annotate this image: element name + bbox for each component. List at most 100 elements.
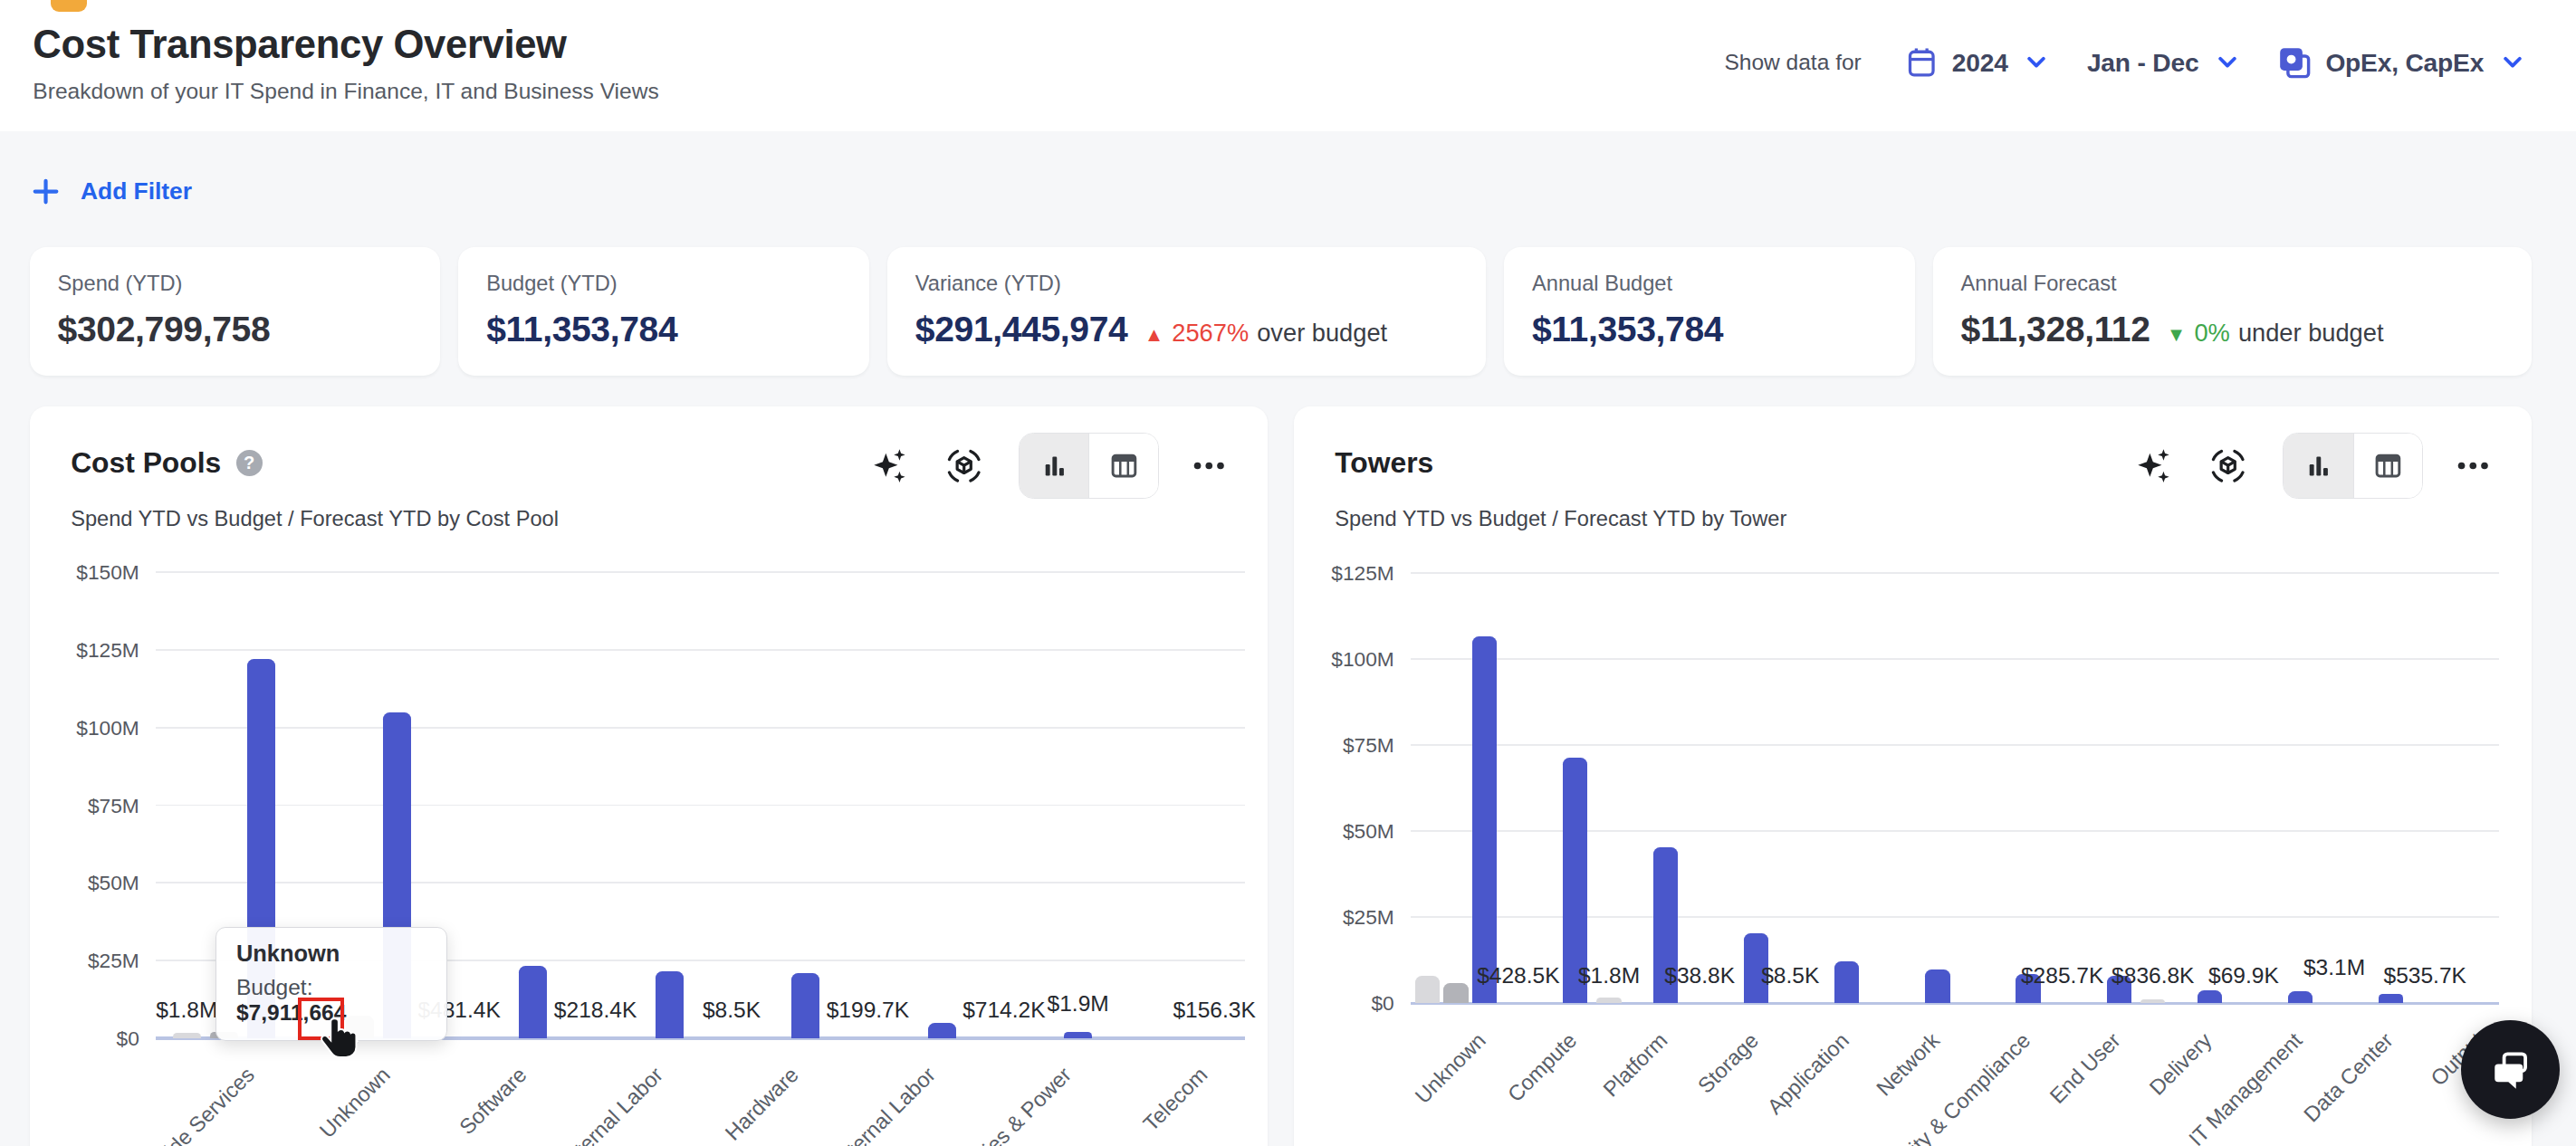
kpi-card-spend-ytd-: Spend (YTD) $302,799,758 (30, 247, 441, 376)
page-subtitle: Breakdown of your IT Spend in Finance, I… (33, 79, 658, 104)
gridline (156, 649, 1245, 651)
page-title: Cost Transparency Overview (33, 23, 658, 67)
expense-type-value: OpEx, CapEx (2325, 48, 2484, 78)
spend-ytd-bar[interactable] (2288, 991, 2313, 1004)
filter-row: Add Filter (0, 131, 2576, 205)
chat-icon (2485, 1044, 2535, 1094)
page-header: Cost Transparency Overview Breakdown of … (0, 0, 2576, 131)
cost-pools-subtitle: Spend YTD vs Budget / Forecast YTD by Co… (71, 507, 559, 531)
gridline (156, 727, 1245, 729)
gridline (1411, 572, 2499, 574)
gridline (156, 805, 1245, 807)
tooltip-title: Unknown (236, 941, 427, 967)
more-options-button[interactable] (2457, 462, 2489, 470)
ai-insights-button[interactable] (2135, 446, 2173, 486)
chart-view-button[interactable] (2284, 434, 2352, 498)
view-toggle (2283, 433, 2423, 499)
spend-ytd-bar[interactable] (1472, 636, 1497, 1003)
bar-chart-icon (1041, 453, 1068, 479)
kpi-card-annual-budget: Annual Budget$11,353,784 (1504, 247, 1915, 376)
gridline (156, 882, 1245, 883)
kpi-label: Variance (YTD) (915, 272, 1458, 296)
kpi-row: Spend (YTD) $302,799,758 Budget (YTD) $11,3… (30, 247, 2532, 376)
sparkles-icon (2135, 446, 2173, 486)
spend-ytd-bar[interactable] (1834, 961, 1859, 1004)
kpi-delta: ▲2567%over budget (1144, 319, 1388, 348)
kpi-label: Annual Budget (1532, 272, 1887, 296)
chart-view-button[interactable] (1020, 434, 1088, 498)
spend-ytd-bar[interactable] (1925, 969, 1949, 1003)
cost-pools-title: Cost Pools (71, 446, 221, 480)
cost-transparency-page: Cost Transparency Overview Breakdown of … (0, 0, 2576, 1146)
expense-type-dropdown[interactable]: OpEx, CapEx (2268, 46, 2532, 79)
year-value: 2024 (1952, 48, 2008, 78)
kpi-label: Budget (YTD) (486, 272, 841, 296)
more-options-button[interactable] (1193, 462, 1225, 470)
month-range-dropdown[interactable]: Jan - Dec (2077, 48, 2246, 78)
month-range-value: Jan - Dec (2087, 48, 2199, 78)
kpi-card-budget-ytd-: Budget (YTD) $11,353,784 (458, 247, 869, 376)
header-controls: Show data for 2024 Jan - Dec OpEx, CapEx (1724, 33, 2532, 91)
gridline (1411, 744, 2499, 746)
cost-pools-panel: Cost Pools ? Spend YTD vs Budget / Forec… (30, 406, 1268, 1146)
gridline (156, 571, 1245, 573)
spend-ytd-bar[interactable] (656, 971, 684, 1038)
explore-model-button[interactable] (2207, 445, 2248, 486)
kpi-label: Annual Forecast (1961, 272, 2504, 296)
spend-ytd-bar[interactable] (791, 973, 819, 1038)
table-view-button[interactable] (2353, 434, 2422, 498)
towers-toolbar (2135, 433, 2489, 499)
kpi-delta: ▼0%under budget (2167, 319, 2384, 348)
chevron-down-icon (2027, 56, 2045, 70)
kpi-value: $11,353,784 (486, 310, 677, 349)
spend-ytd-bar[interactable] (928, 1023, 956, 1038)
spend-ytd-bar[interactable] (2198, 990, 2222, 1004)
scan-cube-icon (2207, 445, 2248, 486)
ellipsis-icon (2457, 462, 2489, 470)
towers-subtitle: Spend YTD vs Budget / Forecast YTD by To… (1335, 507, 1786, 531)
expense-stack-icon (2278, 46, 2311, 79)
scan-cube-icon (943, 445, 984, 486)
gridline (1411, 658, 2499, 660)
view-toggle (1019, 433, 1159, 499)
add-filter-button[interactable]: Add Filter (33, 177, 192, 205)
kpi-value: $11,328,112 (1961, 310, 2150, 349)
kpi-label: Spend (YTD) (58, 272, 413, 296)
year-dropdown[interactable]: 2024 (1896, 46, 2055, 79)
chat-fab-button[interactable] (2461, 1020, 2560, 1119)
spend-ytd-bar[interactable] (1064, 1032, 1092, 1038)
triangle-up-icon: ▲ (1144, 323, 1164, 347)
towers-chart: $0$25M$50M$75M$100M$125MUnknownComputePl… (1411, 573, 2499, 1003)
budget-ytd-bar[interactable] (2140, 999, 2165, 1004)
spend-ytd-bar[interactable] (2379, 994, 2403, 1004)
chevron-down-icon (2218, 56, 2236, 70)
cursor-pointer-icon (321, 1017, 360, 1063)
table-icon (2374, 453, 2402, 479)
ai-insights-button[interactable] (871, 446, 909, 486)
show-data-for-label: Show data for (1724, 50, 1861, 75)
budget-ytd-bar[interactable] (1596, 998, 1621, 1004)
kpi-value: $302,799,758 (58, 310, 271, 349)
triangle-down-icon: ▼ (2167, 323, 2187, 347)
add-filter-label: Add Filter (81, 177, 192, 205)
budget-ytd-bar[interactable] (1415, 976, 1440, 1003)
towers-panel: Towers Spend YTD vs Budget / Forecast YT… (1294, 406, 2532, 1146)
spend-ytd-bar[interactable] (519, 966, 547, 1038)
kpi-card-variance-ytd-: Variance (YTD) $291,445,974 ▲2567%over bud… (887, 247, 1486, 376)
header-left: Cost Transparency Overview Breakdown of … (33, 23, 658, 131)
kpi-card-annual-forecast: Annual Forecast $11,328,112 ▼0%under budge… (1933, 247, 2532, 376)
forecast-ytd-bar[interactable] (1443, 983, 1468, 1004)
sparkles-icon (871, 446, 909, 486)
table-view-button[interactable] (1088, 434, 1157, 498)
table-icon (1110, 453, 1138, 479)
chart-panels: Cost Pools ? Spend YTD vs Budget / Forec… (30, 406, 2532, 1146)
help-icon[interactable]: ? (236, 450, 263, 476)
plus-icon (33, 178, 59, 205)
kpi-value: $291,445,974 (915, 310, 1128, 349)
ellipsis-icon (1193, 462, 1225, 470)
explore-model-button[interactable] (943, 445, 984, 486)
budget-ytd-bar[interactable] (173, 1033, 201, 1038)
notification-badge (51, 0, 87, 12)
bar-chart-icon (2305, 453, 2332, 479)
chevron-down-icon (2504, 56, 2522, 70)
